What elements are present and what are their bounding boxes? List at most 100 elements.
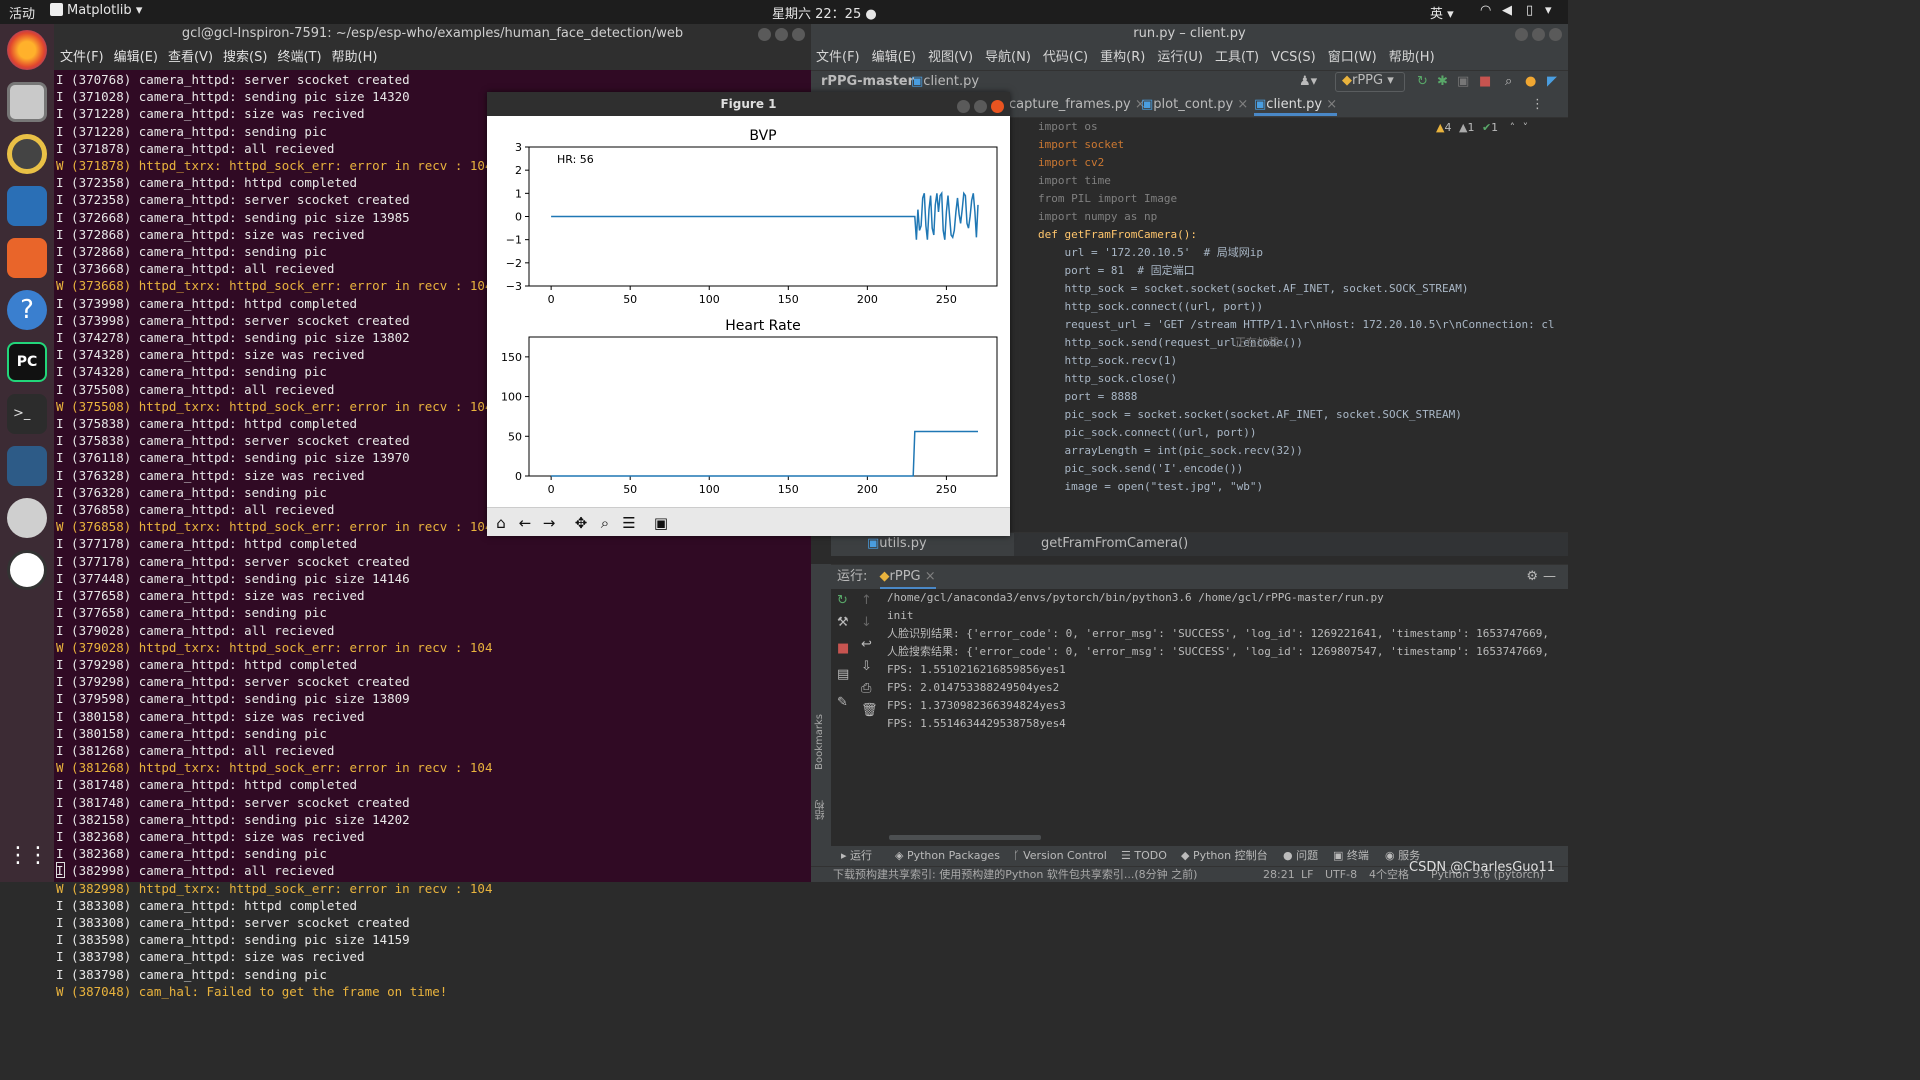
configure-icon[interactable]: ☰ bbox=[619, 513, 639, 533]
back-icon[interactable]: ← bbox=[515, 513, 535, 533]
bottom-tab-terminal[interactable]: ▣ 终端 bbox=[1333, 846, 1369, 866]
pan-icon[interactable]: ✥ bbox=[571, 513, 591, 533]
indent-setting[interactable]: 4个空格 bbox=[1369, 867, 1409, 883]
input-method[interactable]: 英 ▾ bbox=[1430, 3, 1454, 22]
close-icon[interactable] bbox=[792, 28, 805, 41]
clock[interactable]: 星期六 22：25 ● bbox=[772, 3, 877, 22]
menu-search[interactable]: 搜索(S) bbox=[223, 50, 267, 65]
menu-navigate[interactable]: 导航(N) bbox=[985, 50, 1031, 65]
rerun-icon[interactable]: ↻ bbox=[837, 593, 848, 608]
menu-help[interactable]: 帮助(H) bbox=[332, 50, 378, 65]
breadcrumb-project[interactable]: rPPG-master bbox=[821, 74, 914, 89]
stop-icon[interactable]: ■ bbox=[1479, 74, 1491, 89]
bottom-tab-problems[interactable]: ● 问题 bbox=[1283, 846, 1318, 866]
show-apps-icon[interactable]: ⋮⋮⋮ bbox=[7, 836, 69, 876]
maximize-icon[interactable] bbox=[775, 28, 788, 41]
layout-icon[interactable]: ▤ bbox=[837, 667, 849, 682]
wrench-icon[interactable]: ⚒ bbox=[837, 615, 849, 630]
mysql-workbench-icon[interactable] bbox=[7, 446, 47, 486]
user-icon[interactable]: ♟▾ bbox=[1299, 74, 1317, 89]
menu-run[interactable]: 运行(U) bbox=[1157, 50, 1203, 65]
bottom-tab-todo[interactable]: ☰ TODO bbox=[1121, 846, 1167, 866]
maximize-icon[interactable] bbox=[1532, 28, 1545, 41]
code-editor[interactable]: import os import socket import cv2 import t… bbox=[1033, 118, 1568, 532]
run-output[interactable]: /home/gcl/anaconda3/envs/pytorch/bin/pyt… bbox=[887, 589, 1568, 733]
activities-button[interactable]: 活动 bbox=[9, 3, 35, 22]
gear-icon[interactable]: ⚙ bbox=[1526, 565, 1538, 589]
coverage-icon[interactable]: ▣ bbox=[1457, 74, 1469, 89]
trash-icon[interactable]: 🗑 bbox=[861, 703, 878, 718]
close-icon[interactable] bbox=[1549, 28, 1562, 41]
hide-icon[interactable]: — bbox=[1543, 565, 1556, 589]
firefox-icon[interactable] bbox=[7, 30, 47, 70]
tab-plot-cont[interactable]: ▣plot_cont.py × bbox=[1141, 97, 1248, 112]
scroll-end-icon[interactable]: ⇩ bbox=[861, 659, 872, 674]
menu-vcs[interactable]: VCS(S) bbox=[1271, 50, 1316, 65]
menu-tools[interactable]: 工具(T) bbox=[1215, 50, 1259, 65]
file-encoding[interactable]: UTF-8 bbox=[1325, 867, 1357, 883]
status-message[interactable]: 下载预构建共享索引: 使用预构建的Python 软件包共享索引...(8分钟 之… bbox=[833, 867, 1197, 883]
terminal-icon[interactable]: >_ bbox=[7, 394, 47, 434]
up-icon[interactable]: ↑ bbox=[861, 593, 872, 608]
menu-code[interactable]: 代码(C) bbox=[1043, 50, 1088, 65]
breadcrumb-file[interactable]: ▣client.py bbox=[911, 74, 979, 89]
print-icon[interactable]: ⎙ bbox=[861, 681, 871, 696]
close-icon[interactable] bbox=[991, 100, 1004, 113]
tab-menu-icon[interactable]: ⋮ bbox=[1531, 97, 1544, 112]
inspection-widget[interactable]: ▲4 ▲1 ✔1 ˄ ˅ bbox=[1436, 121, 1528, 134]
power-menu-icon[interactable]: ▾ bbox=[1545, 3, 1552, 18]
settings-icon[interactable] bbox=[7, 498, 47, 538]
wifi-icon[interactable]: ◠ bbox=[1480, 3, 1491, 18]
search-icon[interactable]: ⌕ bbox=[1505, 74, 1512, 89]
bottom-tab-run[interactable]: ▸ 运行 bbox=[841, 846, 872, 866]
menu-file[interactable]: 文件(F) bbox=[60, 50, 104, 65]
menu-refactor[interactable]: 重构(R) bbox=[1100, 50, 1145, 65]
matplotlib-icon[interactable] bbox=[7, 550, 47, 590]
rerun-icon[interactable]: ↻ bbox=[1417, 74, 1428, 89]
menu-view[interactable]: 查看(V) bbox=[168, 50, 213, 65]
line-separator[interactable]: LF bbox=[1301, 867, 1313, 883]
debug-icon[interactable]: ✱ bbox=[1437, 74, 1448, 89]
maximize-icon[interactable] bbox=[974, 100, 987, 113]
forward-icon[interactable]: → bbox=[539, 513, 559, 533]
chevron-up-icon[interactable]: ˄ bbox=[1510, 121, 1516, 134]
zoom-icon[interactable]: ⌕ bbox=[595, 513, 615, 533]
tab-capture-frames[interactable]: capture_frames.py × bbox=[1009, 97, 1146, 112]
minimize-icon[interactable] bbox=[957, 100, 970, 113]
menu-terminal[interactable]: 终端(T) bbox=[277, 50, 321, 65]
run-tab[interactable]: ◆rPPG × bbox=[879, 569, 936, 589]
menu-edit[interactable]: 编辑(E) bbox=[872, 50, 916, 65]
bottom-tab-console[interactable]: ◆ Python 控制台 bbox=[1181, 846, 1268, 866]
stop-icon[interactable]: ■ bbox=[837, 641, 849, 656]
structure-toolwindow[interactable]: 结构 bbox=[814, 800, 829, 820]
close-icon[interactable]: × bbox=[1326, 97, 1337, 112]
battery-icon[interactable]: ▯ bbox=[1526, 3, 1533, 18]
breadcrumb-function[interactable]: getFramFromCamera() bbox=[1041, 536, 1188, 551]
plugins-icon[interactable]: ◤ bbox=[1547, 74, 1557, 89]
soft-wrap-icon[interactable]: ↩ bbox=[861, 637, 872, 652]
pycharm-icon[interactable]: PC bbox=[7, 342, 47, 382]
menu-window[interactable]: 窗口(W) bbox=[1328, 50, 1377, 65]
run-scrollbar[interactable] bbox=[889, 835, 1041, 840]
menu-edit[interactable]: 编辑(E) bbox=[114, 50, 158, 65]
close-icon[interactable]: × bbox=[1237, 97, 1248, 112]
update-icon[interactable]: ● bbox=[1525, 74, 1536, 89]
pin-icon[interactable]: ✎ bbox=[837, 695, 848, 710]
down-icon[interactable]: ↓ bbox=[861, 615, 872, 630]
run-config-select[interactable]: ◆rPPG ▾ bbox=[1335, 72, 1405, 92]
help-icon[interactable]: ? bbox=[7, 290, 47, 330]
volume-icon[interactable]: ◀ bbox=[1502, 3, 1512, 18]
bottom-tab-packages[interactable]: ◈ Python Packages bbox=[895, 846, 1000, 866]
menu-file[interactable]: 文件(F) bbox=[816, 50, 860, 65]
bottom-tab-vcs[interactable]: ᚴ Version Control bbox=[1013, 846, 1107, 866]
save-icon[interactable]: ▣ bbox=[651, 513, 671, 533]
bookmarks-toolwindow[interactable]: Bookmarks bbox=[814, 714, 825, 770]
writer-icon[interactable] bbox=[7, 186, 47, 226]
minimize-icon[interactable] bbox=[1515, 28, 1528, 41]
chevron-down-icon[interactable]: ˅ bbox=[1523, 121, 1529, 134]
tab-client[interactable]: ▣client.py × bbox=[1254, 97, 1338, 116]
close-icon[interactable]: × bbox=[925, 569, 936, 584]
caret-position[interactable]: 28:21 bbox=[1263, 867, 1295, 883]
app-menu[interactable]: Matplotlib ▾ bbox=[50, 3, 142, 18]
software-center-icon[interactable] bbox=[7, 238, 47, 278]
